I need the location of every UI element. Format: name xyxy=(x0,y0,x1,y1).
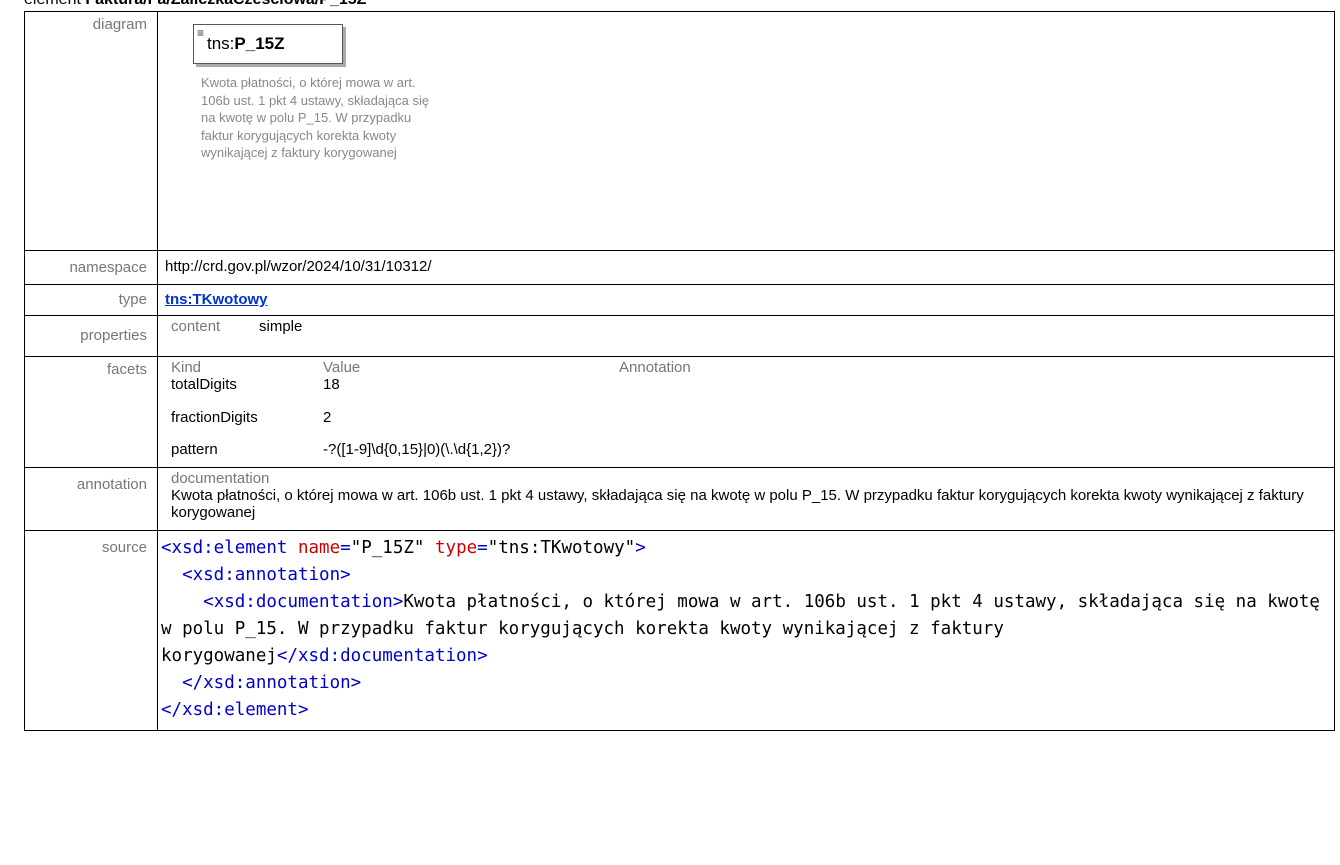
facet-kind: fractionDigits xyxy=(171,409,258,426)
facets-header-row: Kind Value Annotation xyxy=(171,359,691,376)
source-code: <xsd:element name="P_15Z" type="tns:TKwo… xyxy=(161,538,1331,720)
facet-kind: totalDigits xyxy=(171,376,237,393)
property-key: content xyxy=(171,318,221,335)
facet-row: totalDigits 18 xyxy=(171,376,691,402)
label-annotation: annotation xyxy=(24,467,158,531)
property-value: simple xyxy=(259,318,303,335)
facets-header-kind: Kind xyxy=(171,359,202,376)
annotation-text: Kwota płatności, o której mowa w art. 10… xyxy=(171,487,1304,521)
facet-value: -?([1-9]\d{0,15}|0)(\.\d{1,2})? xyxy=(323,441,511,458)
annotation-heading: documentation xyxy=(171,470,270,487)
diagram-element-box[interactable]: ≡ tns:P_15Z xyxy=(193,24,343,64)
element-menu-icon: ≡ xyxy=(197,26,205,40)
label-facets: facets xyxy=(24,356,158,468)
element-doc-table: diagram ≡ tns:P_15Z Kwota płatności, o k… xyxy=(24,11,1335,731)
page-header: element Faktura/Fa/ZaliczkaCzesciowa/P_1… xyxy=(24,0,366,9)
facet-row: fractionDigits 2 xyxy=(171,402,691,435)
row-source: source <xsd:element name="P_15Z" type="t… xyxy=(24,530,1335,731)
row-facets: facets Kind Value Annotation totalDigits… xyxy=(24,356,1335,468)
row-annotation: annotation documentation Kwota płatności… xyxy=(24,467,1335,531)
diagram-cell: ≡ tns:P_15Z Kwota płatności, o której mo… xyxy=(157,11,1335,251)
diagram-element-name: tns:P_15Z xyxy=(207,34,285,53)
facet-value: 18 xyxy=(323,376,340,393)
namespace-value: http://crd.gov.pl/wzor/2024/10/31/10312/ xyxy=(157,250,1335,285)
header-path: Faktura/Fa/ZaliczkaCzesciowa/P_15Z xyxy=(85,0,366,8)
label-namespace: namespace xyxy=(24,250,158,285)
label-diagram: diagram xyxy=(24,11,158,251)
type-link[interactable]: tns:TKwotowy xyxy=(165,291,268,308)
facets-table: Kind Value Annotation totalDigits 18 fra… xyxy=(171,359,691,465)
diagram-documentation: Kwota płatności, o której mowa w art. 10… xyxy=(201,75,430,161)
property-content: content simple xyxy=(165,318,1334,335)
facet-row: pattern -?([1-9]\d{0,15}|0)(\.\d{1,2})? xyxy=(171,435,691,465)
row-type: type tns:TKwotowy xyxy=(24,284,1335,316)
label-type: type xyxy=(24,284,158,316)
facet-kind: pattern xyxy=(171,441,218,458)
row-namespace: namespace http://crd.gov.pl/wzor/2024/10… xyxy=(24,250,1335,285)
facets-header-annotation: Annotation xyxy=(619,359,691,376)
label-properties: properties xyxy=(24,315,158,357)
label-source: source xyxy=(24,530,158,731)
row-properties: properties content simple xyxy=(24,315,1335,357)
facets-header-value: Value xyxy=(323,359,361,376)
row-diagram: diagram ≡ tns:P_15Z Kwota płatności, o k… xyxy=(24,11,1335,251)
header-prefix: element xyxy=(24,0,81,8)
facet-value: 2 xyxy=(323,409,332,426)
